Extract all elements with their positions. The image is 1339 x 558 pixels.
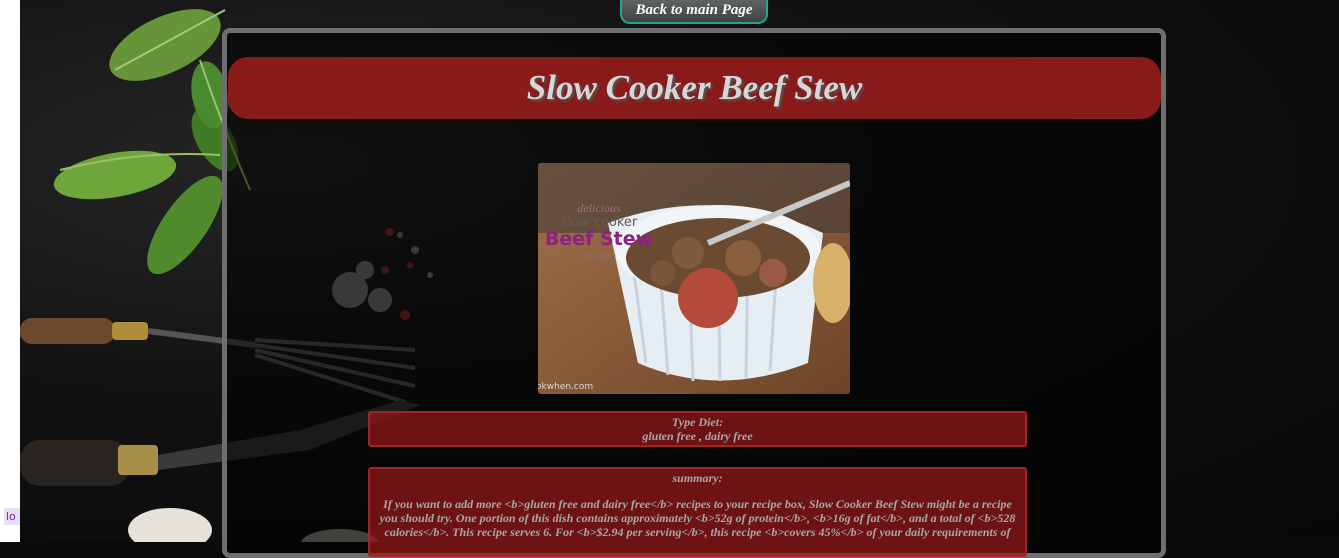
diet-heading: Type Diet:	[671, 415, 724, 429]
beef-stew-photo	[538, 163, 850, 394]
back-to-main-button[interactable]: Back to main Page	[620, 0, 768, 24]
diet-box: Type Diet: gluten free , dairy free	[368, 411, 1027, 447]
title-bar: Slow Cooker Beef Stew	[228, 57, 1161, 119]
left-edge-strip: lo	[0, 0, 22, 542]
recipe-title: Slow Cooker Beef Stew	[526, 68, 863, 107]
image-watermark: okwhen.com	[538, 382, 594, 392]
diet-value: gluten free , dairy free	[642, 429, 753, 443]
summary-text: If you want to add more <b>gluten free a…	[379, 497, 1016, 539]
recipe-image: delicious slow cooker Beef Stew recipe o…	[538, 163, 850, 394]
back-button-label: Back to main Page	[635, 2, 753, 18]
summary-heading: summary:	[672, 471, 723, 485]
summary-box: summary: If you want to add more <b>glut…	[368, 467, 1027, 557]
image-caption: delicious slow cooker Beef Stew recipe	[544, 201, 654, 262]
image-caption-line1: delicious	[577, 201, 621, 215]
image-caption-line4: recipe	[582, 249, 616, 262]
image-caption-line3: Beef Stew	[544, 228, 654, 250]
